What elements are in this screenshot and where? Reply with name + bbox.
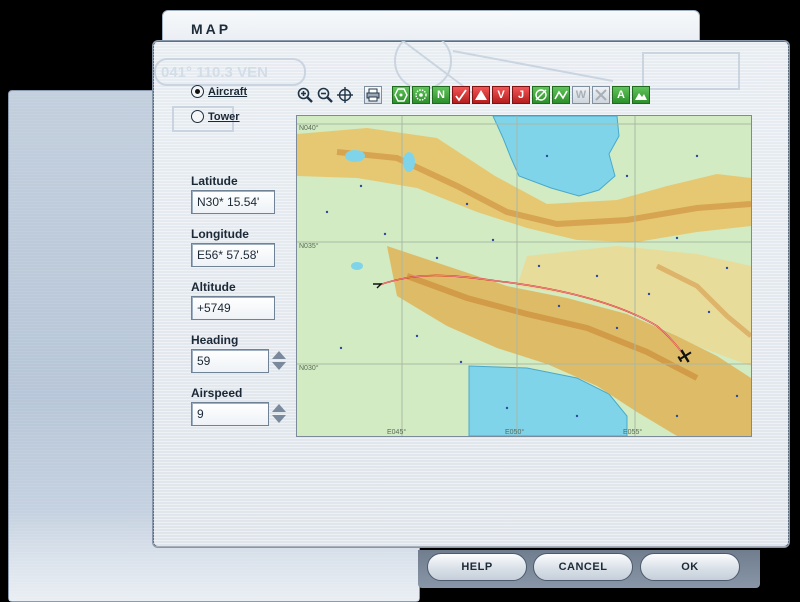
intersection-icon[interactable] bbox=[452, 86, 470, 104]
lake-tharthar bbox=[351, 262, 363, 270]
cancel-button[interactable]: CANCEL bbox=[533, 553, 633, 581]
heading-label: Heading bbox=[191, 333, 239, 347]
grid-label-lon-mid: E050° bbox=[505, 428, 524, 436]
latitude-field[interactable]: N30* 15.54' bbox=[191, 190, 275, 214]
center-aircraft-icon[interactable] bbox=[336, 86, 354, 104]
map-toolbar: N V J W A bbox=[296, 84, 650, 106]
route-icon[interactable] bbox=[552, 86, 570, 104]
terrain-icon[interactable] bbox=[632, 86, 650, 104]
labels-icon[interactable]: A bbox=[612, 86, 630, 104]
radio-tower[interactable]: Tower bbox=[191, 110, 240, 123]
grid-label-lon-left: E045° bbox=[387, 428, 406, 436]
radio-aircraft-indicator[interactable] bbox=[191, 85, 204, 98]
radio-aircraft[interactable]: Aircraft bbox=[191, 85, 247, 98]
heading-up-icon[interactable] bbox=[272, 351, 286, 359]
airspeed-field[interactable]: 9 bbox=[191, 402, 269, 426]
grid-label-lat-bottom: N030° bbox=[299, 364, 319, 372]
victor-airway-text: V bbox=[497, 89, 505, 101]
airspeed-stepper[interactable] bbox=[272, 402, 286, 426]
lake-urmia bbox=[403, 152, 415, 172]
heading-stepper[interactable] bbox=[272, 349, 286, 373]
jet-airway-icon[interactable]: J bbox=[512, 86, 530, 104]
labels-text: A bbox=[617, 89, 625, 101]
ils-icon-text: N bbox=[437, 89, 445, 101]
heading-down-icon[interactable] bbox=[272, 362, 286, 370]
radio-tower-label: Tower bbox=[208, 110, 240, 123]
victor-airway-icon[interactable]: V bbox=[492, 86, 510, 104]
waypoint-text: W bbox=[575, 89, 587, 101]
airspeed-label: Airspeed bbox=[191, 386, 243, 400]
longitude-label: Longitude bbox=[191, 227, 249, 241]
grid-label-lat-top: N040° bbox=[299, 124, 319, 132]
zoom-in-icon[interactable] bbox=[296, 86, 314, 104]
ok-button[interactable]: OK bbox=[640, 553, 740, 581]
altitude-label: Altitude bbox=[191, 280, 236, 294]
altitude-field[interactable]: +5749 bbox=[191, 296, 275, 320]
longitude-field[interactable]: E56* 57.58' bbox=[191, 243, 275, 267]
window-title: MAP bbox=[191, 21, 232, 37]
vor-icon[interactable] bbox=[392, 86, 410, 104]
waypoint-icon-disabled[interactable]: W bbox=[572, 86, 590, 104]
compass-rose-icon[interactable] bbox=[532, 86, 550, 104]
radio-aircraft-label: Aircraft bbox=[208, 85, 248, 98]
radio-tower-indicator[interactable] bbox=[191, 110, 204, 123]
lake-van bbox=[345, 150, 365, 162]
grid-label-lat-mid: N035° bbox=[299, 242, 319, 250]
latitude-label: Latitude bbox=[191, 174, 238, 188]
heading-field[interactable]: 59 bbox=[191, 349, 269, 373]
print-icon[interactable] bbox=[364, 86, 382, 104]
watermark-radial-text: 041° 110.3 VEN bbox=[161, 64, 268, 81]
ndb-icon[interactable] bbox=[412, 86, 430, 104]
ils-icon[interactable]: N bbox=[432, 86, 450, 104]
airspeed-down-icon[interactable] bbox=[272, 415, 286, 423]
zoom-out-icon[interactable] bbox=[316, 86, 334, 104]
airport-icon[interactable] bbox=[472, 86, 490, 104]
airspeed-up-icon[interactable] bbox=[272, 404, 286, 412]
grid-label-lon-right: E055° bbox=[623, 428, 642, 436]
help-button[interactable]: HELP bbox=[427, 553, 527, 581]
airspace-icon-disabled[interactable] bbox=[592, 86, 610, 104]
jet-airway-text: J bbox=[517, 89, 525, 101]
terrain-map[interactable]: N040° N035° N030° E045° E050° E055° bbox=[297, 116, 751, 436]
map-view[interactable]: N040° N035° N030° E045° E050° E055° bbox=[296, 115, 752, 437]
